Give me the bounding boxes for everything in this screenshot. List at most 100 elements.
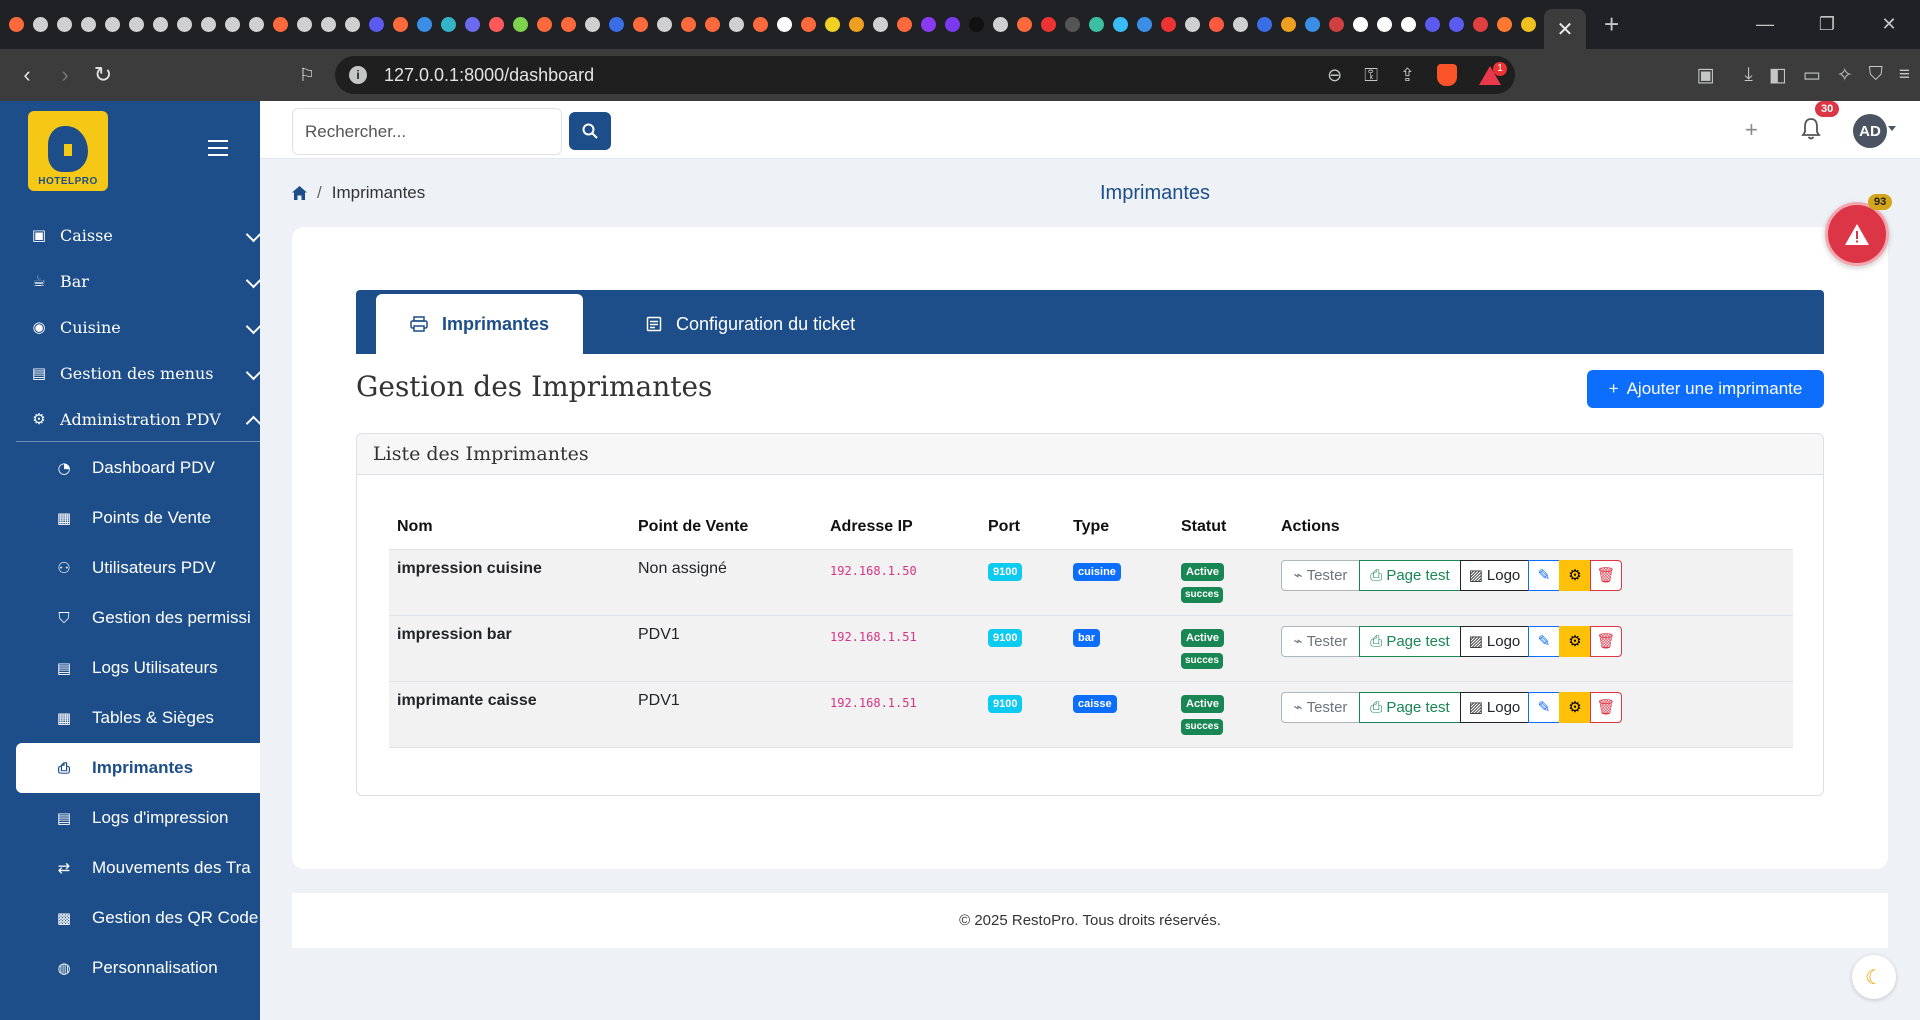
- menu-group-bar[interactable]: ☕ Bar: [16, 258, 260, 304]
- pinned-tab-favicon[interactable]: [772, 13, 796, 37]
- pinned-tab-favicon[interactable]: [1156, 13, 1180, 37]
- dark-mode-toggle[interactable]: ☾: [1852, 955, 1896, 999]
- pinned-tab-favicon[interactable]: [1324, 13, 1348, 37]
- sidebar-toggle-icon[interactable]: ◧: [1769, 64, 1787, 87]
- pinned-tab-favicon[interactable]: [556, 13, 580, 37]
- pinned-tab-favicon[interactable]: [1252, 13, 1276, 37]
- sidebar-item-utilisateurs-pdv[interactable]: ⚇ Utilisateurs PDV: [16, 543, 260, 593]
- search-input[interactable]: [292, 108, 562, 155]
- pinned-tab-favicon[interactable]: [220, 13, 244, 37]
- pinned-tab-favicon[interactable]: [460, 13, 484, 37]
- quick-add-button[interactable]: +: [1745, 117, 1758, 143]
- site-info-icon[interactable]: i: [349, 66, 367, 84]
- page-test-button[interactable]: ⎙ Page test: [1359, 559, 1461, 591]
- tab-configuration-ticket[interactable]: Configuration du ticket: [646, 294, 855, 354]
- forward-button[interactable]: ›: [46, 56, 84, 94]
- test-button[interactable]: ⌁ Tester: [1281, 625, 1360, 657]
- pinned-tab-favicon[interactable]: [1444, 13, 1468, 37]
- reader-mode-icon[interactable]: ▣: [1696, 64, 1714, 87]
- sidebar-item-logs-utilisateurs[interactable]: ▤ Logs Utilisateurs: [16, 643, 260, 693]
- sidebar-item-mouvements[interactable]: ⇄ Mouvements des Tra: [16, 843, 260, 893]
- pinned-tab-favicon[interactable]: [436, 13, 460, 37]
- sidebar-item-logs-impression[interactable]: ▤ Logs d'impression: [16, 793, 260, 843]
- pinned-tab-favicon[interactable]: [1276, 13, 1300, 37]
- pinned-tab-favicon[interactable]: [1132, 13, 1156, 37]
- menu-group-caisse[interactable]: ▣ Caisse: [16, 212, 260, 258]
- test-button[interactable]: ⌁ Tester: [1281, 559, 1360, 591]
- new-tab-button[interactable]: +: [1604, 9, 1619, 40]
- pinned-tab-favicon[interactable]: [412, 13, 436, 37]
- zoom-icon[interactable]: ⊖: [1327, 65, 1342, 86]
- settings-button[interactable]: ⚙: [1559, 691, 1591, 723]
- delete-button[interactable]: 🗑: [1590, 625, 1622, 657]
- pinned-tab-favicon[interactable]: [1180, 13, 1204, 37]
- pinned-tab-favicon[interactable]: [1084, 13, 1108, 37]
- pinned-tab-favicon[interactable]: [1516, 13, 1540, 37]
- add-printer-button[interactable]: + Ajouter une imprimante: [1587, 370, 1824, 408]
- pinned-tab-favicon[interactable]: [364, 13, 388, 37]
- pinned-tab-favicon[interactable]: [700, 13, 724, 37]
- menu-group-gestion-menus[interactable]: ▤ Gestion des menus: [16, 350, 260, 396]
- pinned-tab-favicon[interactable]: [244, 13, 268, 37]
- minimize-button[interactable]: —: [1734, 0, 1796, 49]
- pinned-tab-favicon[interactable]: [1108, 13, 1132, 37]
- pinned-tab-favicon[interactable]: [1372, 13, 1396, 37]
- test-button[interactable]: ⌁ Tester: [1281, 691, 1360, 723]
- settings-button[interactable]: ⚙: [1559, 625, 1591, 657]
- pinned-tab-favicon[interactable]: [28, 13, 52, 37]
- page-test-button[interactable]: ⎙ Page test: [1359, 625, 1461, 657]
- hamburger-menu-icon[interactable]: [208, 140, 228, 156]
- leo-ai-icon[interactable]: ✧: [1837, 64, 1853, 87]
- logo-button[interactable]: ▨ Logo: [1460, 559, 1529, 591]
- address-bar[interactable]: i 127.0.0.1:8000/dashboard ⊖ ⚿ ⇪ 1: [335, 56, 1515, 94]
- pinned-tab-favicon[interactable]: [796, 13, 820, 37]
- pinned-tab-favicon[interactable]: [988, 13, 1012, 37]
- edit-button[interactable]: ✎: [1528, 691, 1560, 723]
- close-window-button[interactable]: ✕: [1858, 0, 1920, 49]
- pinned-tab-favicon[interactable]: [604, 13, 628, 37]
- bookmark-icon[interactable]: ⚐: [288, 56, 326, 94]
- pinned-tab-favicon[interactable]: [724, 13, 748, 37]
- hotelpro-logo[interactable]: HOTELPRO: [28, 111, 108, 191]
- pinned-tab-favicon[interactable]: [532, 13, 556, 37]
- sidebar-item-tables-sieges[interactable]: ▦ Tables & Sièges: [16, 693, 260, 743]
- sidebar-item-dashboard-pdv[interactable]: ◔ Dashboard PDV: [16, 443, 260, 493]
- menu-group-administration-pdv[interactable]: ⚙ Administration PDV: [16, 396, 260, 442]
- avatar[interactable]: AD: [1853, 114, 1887, 148]
- page-test-button[interactable]: ⎙ Page test: [1359, 691, 1461, 723]
- pinned-tab-favicon[interactable]: [1348, 13, 1372, 37]
- pinned-tab-favicon[interactable]: [52, 13, 76, 37]
- tab-imprimantes[interactable]: Imprimantes: [376, 294, 583, 354]
- pinned-tab-favicon[interactable]: [148, 13, 172, 37]
- pinned-tab-favicon[interactable]: [100, 13, 124, 37]
- pinned-tab-favicon[interactable]: [1060, 13, 1084, 37]
- pinned-tab-favicon[interactable]: [292, 13, 316, 37]
- pinned-tab-favicon[interactable]: [1228, 13, 1252, 37]
- pinned-tab-favicon[interactable]: [844, 13, 868, 37]
- share-icon[interactable]: ⇪: [1400, 65, 1415, 86]
- pinned-tab-favicon[interactable]: [820, 13, 844, 37]
- search-button[interactable]: [569, 112, 611, 150]
- sidebar-item-permissions[interactable]: ⛉ Gestion des permissi: [16, 593, 260, 643]
- pinned-tab-favicon[interactable]: [268, 13, 292, 37]
- download-icon[interactable]: ⤓: [1744, 64, 1752, 86]
- vpn-shield-icon[interactable]: ⛉: [1869, 64, 1883, 86]
- pinned-tab-favicon[interactable]: [388, 13, 412, 37]
- browser-menu-icon[interactable]: ≡: [1899, 64, 1910, 86]
- pinned-tab-favicon[interactable]: [1420, 13, 1444, 37]
- pinned-tab-favicon[interactable]: [868, 13, 892, 37]
- pinned-tab-favicon[interactable]: [676, 13, 700, 37]
- sidebar-item-imprimantes[interactable]: ⎙ Imprimantes: [16, 743, 260, 793]
- pinned-tab-favicon[interactable]: [316, 13, 340, 37]
- key-icon[interactable]: ⚿: [1364, 65, 1378, 86]
- pinned-tab-favicon[interactable]: [916, 13, 940, 37]
- reload-button[interactable]: ↻: [84, 56, 122, 94]
- pinned-tab-favicon[interactable]: [196, 13, 220, 37]
- pinned-tab-favicon[interactable]: [1012, 13, 1036, 37]
- pinned-tab-favicon[interactable]: [172, 13, 196, 37]
- logo-button[interactable]: ▨ Logo: [1460, 625, 1529, 657]
- pinned-tab-favicon[interactable]: [628, 13, 652, 37]
- home-icon[interactable]: [292, 186, 307, 200]
- pinned-tab-favicon[interactable]: [1468, 13, 1492, 37]
- brave-shields-icon[interactable]: [1437, 64, 1457, 86]
